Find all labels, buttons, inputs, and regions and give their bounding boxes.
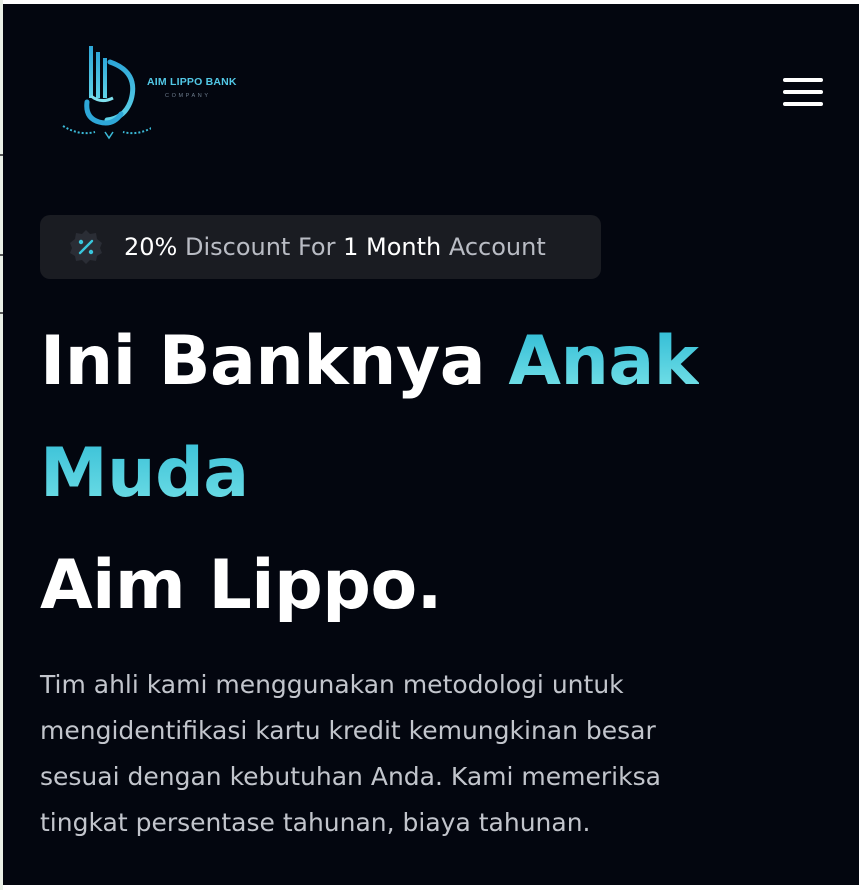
hero-title-accent: Anak [508, 322, 699, 401]
hero-title: Ini Banknya Anak Muda Aim Lippo. [40, 306, 699, 642]
promo-badge-text: 20% Discount For 1 Month Account [124, 231, 546, 263]
promo-text: Discount For [177, 233, 344, 261]
brand-logo[interactable]: AIM LIPPO BANK COMPANY [61, 42, 251, 142]
promo-duration: 1 Month [343, 233, 442, 261]
promo-discount-value: 20% [124, 233, 178, 261]
logo-tagline: COMPANY [165, 93, 211, 99]
hero-title-line-1: Ini Banknya Anak [40, 306, 699, 418]
hamburger-menu-button[interactable] [781, 76, 825, 108]
promo-badge: 20% Discount For 1 Month Account [40, 215, 601, 279]
hero-title-text: Ini Banknya [40, 322, 509, 401]
page: AIM LIPPO BANK COMPANY 20% Discount For … [3, 4, 859, 885]
hero-title-accent-line: Muda [40, 418, 699, 530]
logo-brand-name: AIM LIPPO BANK [147, 76, 237, 88]
percent-icon [70, 230, 102, 264]
hero-description: Tim ahli kami menggunakan metodologi unt… [40, 670, 661, 837]
bank-logo-icon [62, 46, 156, 140]
hero-title-line-3: Aim Lippo. [40, 546, 443, 625]
promo-text-suffix: Account [441, 233, 546, 261]
